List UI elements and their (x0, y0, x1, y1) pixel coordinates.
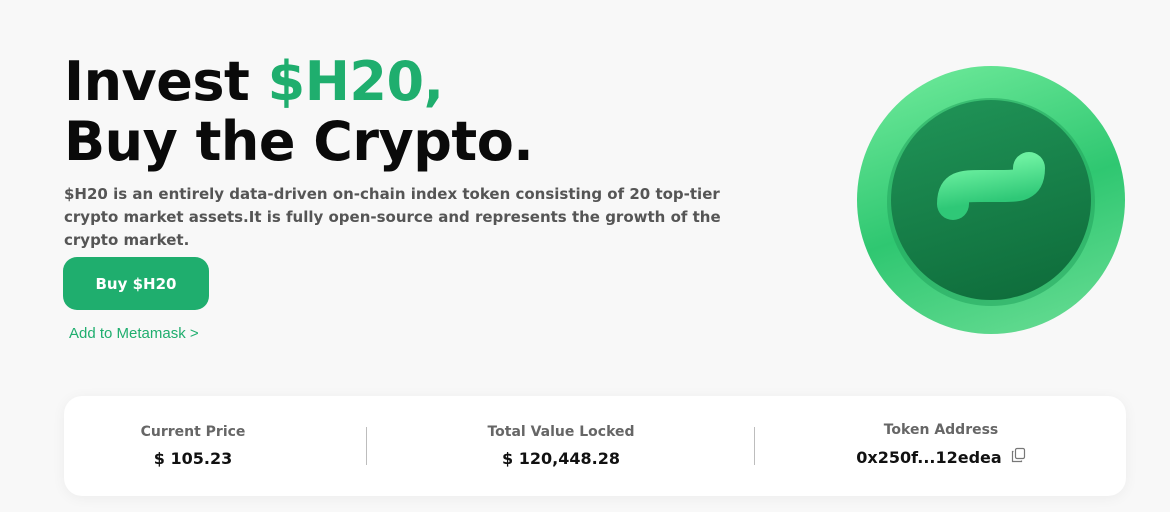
token-address-label: Token Address (883, 422, 999, 438)
stat-total-value-locked: Total Value Locked $ 120,448.28 (366, 396, 756, 496)
token-address-row: 0x250f...12edea (756, 447, 1126, 469)
h20-coin-logo (855, 64, 1127, 336)
stat-current-price: Current Price $ 105.23 (64, 396, 322, 496)
hero-title: Invest $H20, Buy the Crypto. (64, 50, 534, 173)
stat-token-address: Token Address 0x250f...12edea (756, 396, 1126, 496)
h20-coin-logo-icon (857, 66, 1125, 334)
current-price-label: Current Price (140, 424, 246, 440)
token-address-value: 0x250f...12edea (856, 448, 1002, 467)
copy-icon[interactable] (1010, 447, 1026, 467)
buy-h20-button[interactable]: Buy $H20 (63, 257, 209, 310)
stats-divider (754, 427, 755, 465)
hero-description: $H20 is an entirely data-driven on-chain… (64, 185, 721, 249)
stats-card: Current Price $ 105.23 Total Value Locke… (64, 396, 1126, 496)
tvl-value: $ 120,448.28 (502, 449, 620, 468)
hero-title-accent: $H20, (267, 50, 444, 113)
hero-title-prefix: Invest (64, 50, 268, 113)
current-price-value: $ 105.23 (153, 449, 233, 468)
hero-title-line2: Buy the Crypto. (64, 110, 534, 173)
add-to-metamask-link[interactable]: Add to Metamask > (69, 325, 199, 342)
tvl-label: Total Value Locked (487, 424, 635, 440)
